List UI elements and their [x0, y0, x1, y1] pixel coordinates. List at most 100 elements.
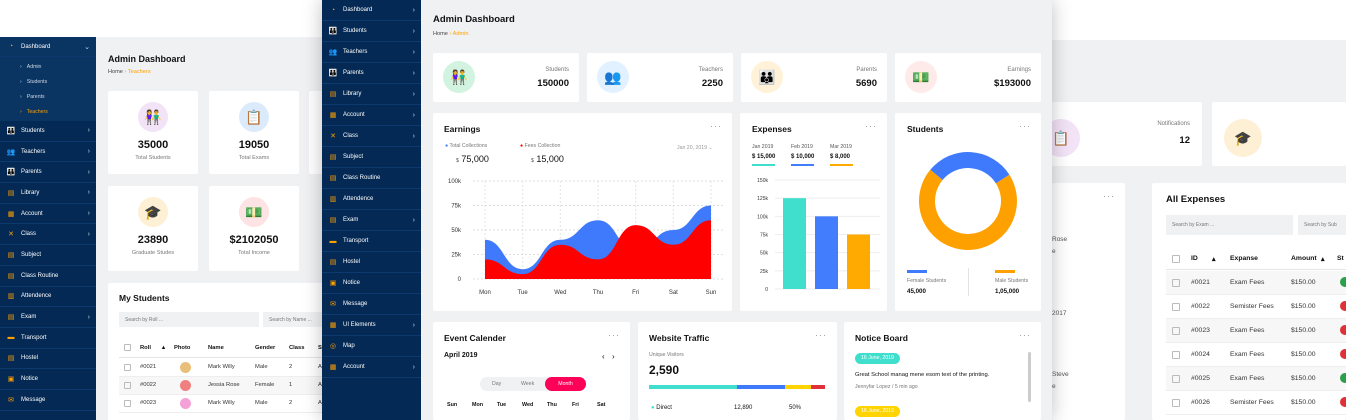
select-all-checkbox[interactable] [124, 344, 131, 351]
sidebar-icon: ▥ [329, 196, 337, 203]
sidebar-item-exam[interactable]: ▤ Exam › [0, 307, 96, 328]
sidebar-item-exam[interactable]: ▤ Exam › [322, 210, 421, 231]
table-row[interactable]: #0025 Exam Fees $150.00 [1166, 367, 1346, 391]
select-all-checkbox[interactable] [1172, 255, 1180, 263]
sidebar-item-hostel[interactable]: ▤ Hostel [322, 252, 421, 273]
row-checkbox[interactable] [1172, 327, 1180, 335]
next-month-icon[interactable]: › [612, 352, 615, 361]
more-icon[interactable]: ··· [608, 330, 620, 340]
row-checkbox[interactable] [1172, 303, 1180, 311]
table-row[interactable]: #0021 Mark Willy Male 2 A [119, 359, 330, 377]
scrollbar[interactable] [1028, 352, 1031, 402]
sidebar-item-message[interactable]: ✉ Message [322, 294, 421, 315]
sidebar-label: Notice [21, 376, 39, 383]
sidebar-icon: ▤ [7, 355, 15, 363]
sidebar-item-library[interactable]: ▤ Library › [322, 84, 421, 105]
sidebar-item-transport[interactable]: ▬ Transport [322, 231, 421, 252]
sidebar-item-class[interactable]: ✕ Class › [0, 224, 96, 246]
notice-text[interactable]: Great School manag mene esom text of the… [855, 372, 989, 378]
table-row[interactable]: #0022 Semister Fees $150.00 [1166, 295, 1346, 319]
sidebar-item-dashboard[interactable]: ◔ Dashboard ⌄ [0, 37, 96, 57]
more-icon[interactable]: ··· [815, 330, 827, 340]
sidebar-item-message[interactable]: ✉ Message [0, 390, 96, 411]
earnings-card: Earnings ··· ● Total Collections $ 75,00… [433, 113, 732, 311]
sidebar-label: Dashboard [343, 7, 373, 13]
sidebar-item-parents[interactable]: 👪 Parents › [322, 63, 421, 84]
sidebar-icon: ▣ [329, 280, 337, 287]
more-icon[interactable]: ··· [1019, 330, 1031, 340]
sidebar-label: Hostel [21, 355, 39, 362]
search-name-input[interactable]: Search by Name ... [263, 312, 330, 327]
sidebar-item-notice[interactable]: ▣ Notice [0, 369, 96, 390]
sidebar-item-library[interactable]: ▤ Library › [0, 183, 96, 204]
event-calendar-card: Event Calender ··· April 2019 ‹ › Day We… [433, 322, 630, 420]
sidebar-item-transport[interactable]: ▬ Transport [0, 328, 96, 349]
bar-jan-2019 [783, 198, 806, 289]
sidebar-item-class-routine[interactable]: ▤ Class Routine [322, 168, 421, 189]
more-icon[interactable]: ··· [1019, 121, 1031, 131]
stat-value: 19050 [238, 139, 270, 151]
sidebar-sub-students[interactable]: › Students [20, 74, 96, 89]
sidebar-item-account[interactable]: ▦ Account › [322, 105, 421, 126]
table-header: Roll ▴ Photo Name Gender Class S [119, 342, 330, 358]
table-cell: #0022 [1191, 303, 1210, 310]
partial-text: 2017 [1052, 310, 1067, 317]
sidebar-label: Message [343, 301, 368, 307]
breadcrumb-home[interactable]: Home [433, 31, 448, 37]
table-row[interactable]: #0024 Exam Fees $150.00 [1166, 343, 1346, 367]
sidebar-item-attendence[interactable]: ▥ Attendence [0, 287, 96, 308]
sidebar-item-attendence[interactable]: ▥ Attendence [322, 189, 421, 210]
sidebar-item-teachers[interactable]: 👥 Teachers › [0, 142, 96, 163]
sidebar-item-subject[interactable]: ▤ Subject [322, 147, 421, 168]
sidebar-item-class[interactable]: ✕ Class › [322, 126, 421, 147]
more-icon[interactable]: ··· [1103, 191, 1115, 201]
sidebar-item-dashboard[interactable]: ◔ Dashboard › [322, 0, 421, 21]
search-exam-input[interactable]: Search by Exam ... [1166, 215, 1293, 235]
sidebar-item-subject[interactable]: ▤ Subject [0, 245, 96, 266]
sidebar-item-ui-elements[interactable]: ▦ UI Elements › [322, 315, 421, 336]
x-tick-label: Wed [554, 290, 566, 296]
row-checkbox[interactable] [1172, 351, 1180, 359]
table-cell: #0023 [140, 400, 157, 406]
sidebar-item-hostel[interactable]: ▤ Hostel [0, 349, 96, 370]
row-checkbox[interactable] [124, 364, 131, 371]
sidebar-item-students[interactable]: 👪 Students › [0, 121, 96, 142]
sidebar-item-students[interactable]: 👪 Students › [322, 21, 421, 42]
search-roll-input[interactable]: Search by Roll ... [119, 312, 259, 327]
sidebar-submenu: › Admin › Students › Parents › Teachers [0, 57, 96, 121]
clipboard-icon: 📋 [239, 102, 269, 132]
row-checkbox[interactable] [124, 400, 131, 407]
table-row[interactable]: #0022 Jessia Rose Female 1 A [119, 377, 330, 395]
row-checkbox[interactable] [1172, 399, 1180, 407]
stat-value: 23890 [137, 234, 169, 246]
chevron-right-icon: › [87, 168, 90, 176]
sidebar-item-map[interactable]: ◎ Map [322, 336, 421, 357]
sidebar-icon: 👥 [328, 49, 338, 56]
sidebar-sub-teachers[interactable]: › Teachers [20, 104, 96, 119]
sidebar-icon: ▤ [7, 314, 15, 322]
notice-date-badge: 16 June, 2019 [855, 353, 900, 364]
prev-month-icon[interactable]: ‹ [602, 352, 605, 361]
view-week[interactable]: Week [521, 381, 534, 387]
row-checkbox[interactable] [124, 382, 131, 389]
view-day[interactable]: Day [492, 381, 501, 387]
row-checkbox[interactable] [1172, 279, 1180, 287]
view-month[interactable]: Month [545, 377, 586, 391]
table-row[interactable]: #0023 Mark Willy Male 2 A [119, 395, 330, 413]
sidebar-item-account[interactable]: ▦ Account › [322, 357, 421, 378]
sidebar-item-class-routine[interactable]: ▤ Class Routine [0, 266, 96, 287]
sidebar-item-account[interactable]: ▦ Account › [0, 204, 96, 225]
sidebar-item-teachers[interactable]: 👥 Teachers › [322, 42, 421, 63]
breadcrumb-home[interactable]: Home [108, 69, 123, 75]
sidebar-item-notice[interactable]: ▣ Notice [322, 273, 421, 294]
sidebar-item-parents[interactable]: 👪 Parents › [0, 162, 96, 184]
row-checkbox[interactable] [1172, 375, 1180, 383]
sidebar-sub-parents[interactable]: › Parents [20, 89, 96, 104]
table-row[interactable]: #0021 Exam Fees $150.00 [1166, 271, 1346, 295]
table-cell: $150.00 [1291, 399, 1316, 406]
table-row[interactable]: #0023 Exam Fees $150.00 [1166, 319, 1346, 343]
table-row[interactable]: #0026 Semister Fees $150.00 [1166, 391, 1346, 415]
sidebar-icon: ▤ [329, 91, 337, 98]
sidebar-sub-admin[interactable]: › Admin [20, 59, 96, 74]
search-sub-input[interactable]: Search by Sub [1298, 215, 1346, 235]
